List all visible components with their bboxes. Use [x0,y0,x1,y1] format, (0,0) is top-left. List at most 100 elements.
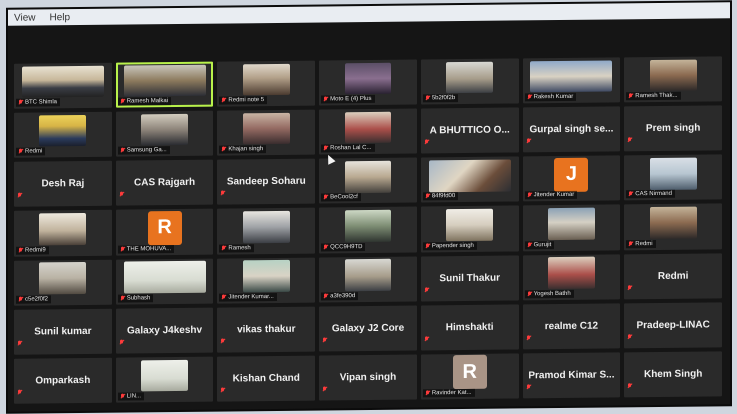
participant-name-label: 84f9fd00 [422,192,459,201]
webcam-video [649,157,697,190]
participant-tile[interactable]: Sandeep Soharu [217,158,316,206]
participant-tile[interactable]: Sunil Thakur [420,254,519,302]
participant-tile[interactable]: a3fe390d [319,256,417,303]
participant-tile[interactable]: vikas thakur [217,306,316,353]
participant-tile[interactable]: Ramesh Malkai [115,61,214,108]
mic-muted-icon [425,96,430,102]
participant-name: Ravinder Kat... [431,389,472,397]
participant-tile[interactable]: Khajan singh [217,109,316,156]
participant-tile[interactable]: c5e2f0f2 [14,259,112,306]
mute-indicator [322,330,327,348]
participant-tile[interactable]: BeCool2cf [319,157,417,204]
participant-name: Jitender Kumar [533,192,575,199]
participant-tile[interactable]: J Jitender Kumar [522,155,621,202]
participant-tile[interactable]: Roshan Lal C... [319,108,417,155]
webcam-video [530,60,613,93]
participant-name: QCC9H9TD [330,243,363,250]
participant-tile[interactable]: 5b2f0f2b [420,58,519,105]
mute-indicator [220,380,225,398]
participant-name: Jitender Kumar... [228,293,274,301]
participant-tile[interactable]: Galaxy J4keshv [115,307,214,354]
participant-tile[interactable]: Gurpal singh se... [522,106,621,153]
mute-indicator [17,333,22,351]
participant-tile[interactable]: Yogesh Bathh [522,253,621,301]
webcam-video [649,59,697,92]
webcam-video [344,160,392,193]
participant-tile[interactable]: Redmi [624,252,722,300]
participant-tile[interactable]: Subhash [115,258,214,305]
participant-tile[interactable]: Gurujit [522,204,621,251]
participant-tile[interactable]: Himshakti [420,304,519,351]
participant-name: A BHUTTICO O... [429,124,510,137]
participant-tile[interactable]: 84f9fd00 [420,156,519,203]
participant-tile[interactable]: R THE MOHUVA... [115,209,214,256]
participant-name: Khajan singh [228,146,264,153]
participant-tile[interactable]: Sunil kumar [14,308,112,355]
participant-tile[interactable]: A BHUTTICO O... [420,107,519,154]
participant-tile[interactable]: Redmi note 5 [217,60,316,107]
mic-muted-icon [527,193,532,199]
menu-view[interactable]: View [14,12,36,23]
mute-indicator [220,331,225,349]
participant-tile[interactable]: CAS Nirmand [624,154,722,201]
participant-name: CAS Rajgarh [134,177,196,189]
participant-name: Gurpal singh se... [529,123,614,136]
mute-indicator [17,383,22,401]
participant-tile[interactable]: realme C12 [522,303,621,350]
participant-tile[interactable]: Jitender Kumar... [217,257,316,304]
mic-muted-icon [628,192,633,198]
mute-indicator [526,132,531,150]
mic-muted-icon [221,294,226,300]
participant-tile[interactable]: Samsung Ga... [115,110,214,157]
participant-name-label: Rakesh Kumar [524,92,577,102]
menu-help[interactable]: Help [50,12,71,23]
webcam-video [446,208,494,241]
participant-tile[interactable]: Khem Singh [624,351,722,398]
participant-name: Galaxy J2 Core [331,322,405,335]
mic-muted-icon [119,339,124,345]
participant-tile[interactable]: Redmi [14,111,112,158]
participant-tile[interactable]: Desh Raj [14,160,112,208]
participant-tile[interactable]: Omparkash [14,357,112,404]
participant-name: Vipan singh [339,371,397,384]
participant-tile[interactable]: Redmi9 [14,210,112,257]
participant-name-label: THE MOHUVA... [117,244,175,254]
mic-muted-icon [323,97,328,103]
mute-indicator [220,184,225,202]
webcam-video [123,260,206,294]
participant-tile[interactable]: Ramesh [217,207,316,255]
participant-tile[interactable]: Ramesh Thak... [624,56,722,103]
participant-name-label: Yogesh Bathh [524,289,574,299]
participant-name: Redmi9 [25,246,46,254]
participant-tile[interactable]: LIN... [115,356,214,403]
webcam-video [547,207,595,240]
participant-name-label: Redmi note 5 [219,96,268,105]
avatar-initial: R [452,355,487,390]
participant-name: realme C12 [544,320,599,332]
participant-tile[interactable]: R Ravinder Kat... [420,353,519,400]
participant-tile[interactable]: Rakesh Kumar [522,57,621,104]
participant-name: Ramesh Thak... [635,92,678,100]
participant-name: CAS Nirmand [635,191,672,198]
participant-tile[interactable]: CAS Rajgarh [115,159,214,207]
participant-tile[interactable]: Moto E (4) Plus [319,59,417,106]
participant-tile[interactable]: Pradeep-LINAC [624,302,722,349]
participant-tile[interactable]: QCC9H9TD [319,206,417,254]
webcam-video [649,206,697,239]
participant-tile[interactable]: Galaxy J2 Core [319,305,417,352]
mic-muted-icon [120,295,125,301]
participant-name: Roshan Lal C... [330,145,372,152]
webcam-video [242,260,290,293]
participant-tile[interactable]: Pramod Kimar S... [522,352,621,399]
participant-tile[interactable]: Kishan Chand [217,355,316,402]
participant-name: Yogesh Bathh [533,290,571,297]
participant-tile[interactable]: Prem singh [624,105,722,152]
participant-tile[interactable]: Redmi [624,203,722,250]
mute-indicator [424,280,429,298]
participant-tile[interactable]: Vipan singh [319,354,417,401]
participant-tile[interactable]: Papender singh [420,205,519,253]
mute-indicator [424,329,429,347]
mic-muted-icon [323,244,328,250]
webcam-video [344,209,392,242]
participant-tile[interactable]: BTC Shimla [14,62,112,109]
